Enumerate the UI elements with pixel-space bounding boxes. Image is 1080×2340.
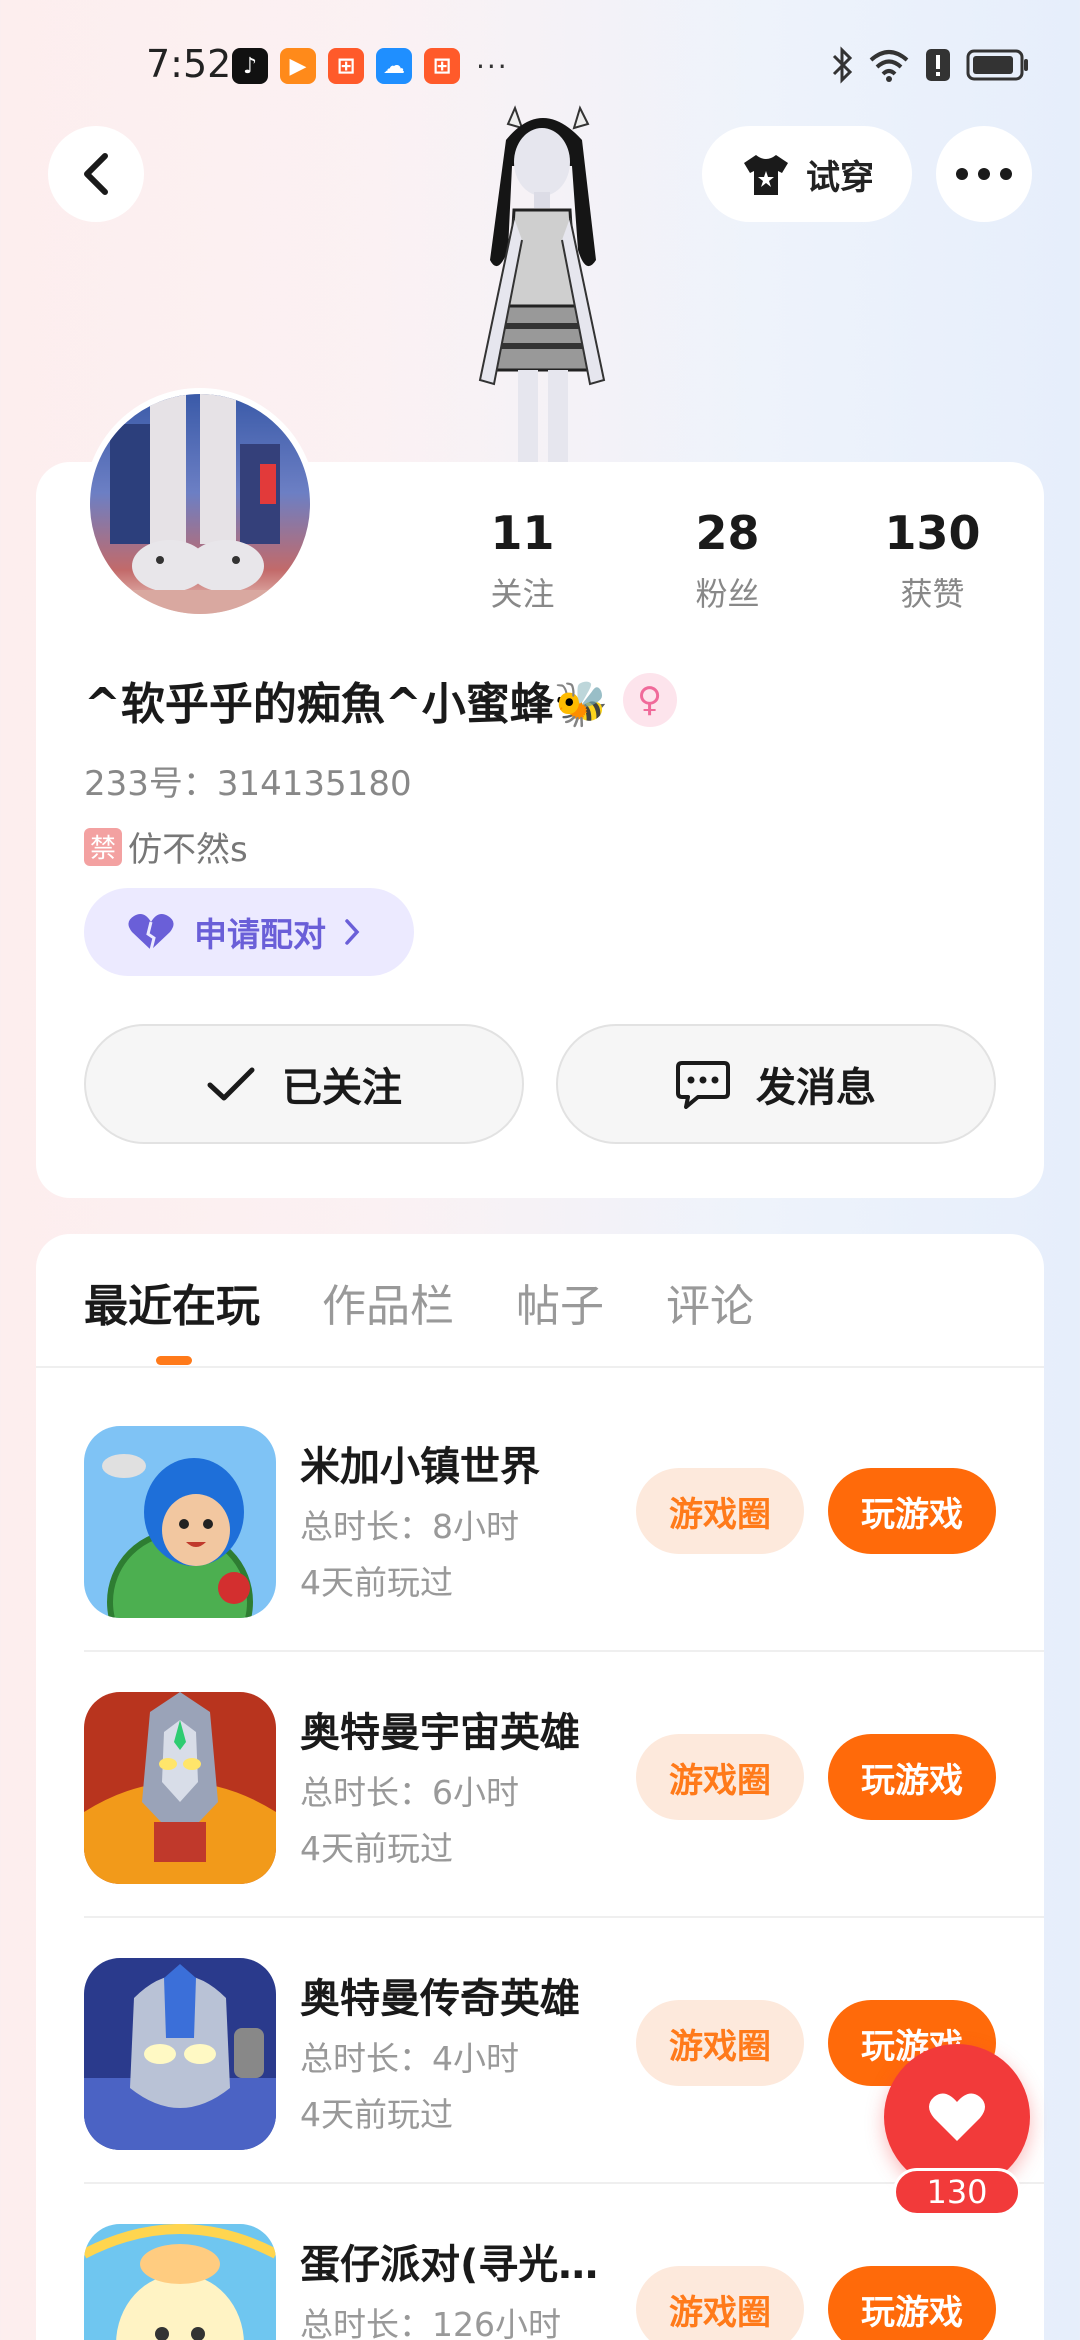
profile-tabs: 最近在玩 作品栏 帖子 评论 [84,1270,754,1334]
status-system-icons [830,46,1030,84]
game-icon-ultraman-legend [84,1958,276,2150]
character-avatar-figure [478,105,606,470]
followed-label: 已关注 [282,1065,402,1111]
chat-bubble-icon [676,1061,730,1109]
pair-request-label: 申请配对 [194,915,326,954]
back-arrow-icon [84,153,108,195]
tag-chip: 禁 [84,827,122,866]
weather-app-icon: ☁ [376,48,412,84]
try-on-button[interactable]: 试穿 [702,126,912,222]
check-icon [207,1067,255,1101]
video-app-icon: ▶ [280,48,316,84]
stat-likes-label: 获赞 [900,575,965,613]
app-grid-icon: ⊞ [328,48,364,84]
alert-icon [926,49,950,81]
game-icon-ultraman-universe [84,1692,276,1884]
game-duration: 总时长：6小时 [300,1773,519,1812]
game-circle-button[interactable]: 游戏圈 [636,2000,804,2086]
stat-fans-label: 粉丝 [695,575,760,613]
like-count-badge: 130 [893,2168,1021,2216]
app-grid-icon-2: ⊞ [424,48,460,84]
status-time: 7:52 [146,42,232,86]
tiktok-icon: ♪ [232,48,268,84]
play-game-button[interactable]: 玩游戏 [828,1468,996,1554]
game-duration: 总时长：8小时 [300,1507,519,1546]
user-id: 233号：314135180 [84,764,412,804]
heart-icon [929,2093,985,2141]
game-title: 奥特曼宇宙英雄 [300,1710,580,1756]
game-icon-eggy-party [84,2224,276,2340]
game-row[interactable]: 米加小镇世界 总时长：8小时 4天前玩过 游戏圈 玩游戏 [84,1386,1044,1652]
tab-posts[interactable]: 帖子 [516,1270,604,1334]
active-tab-indicator [156,1356,192,1365]
stat-likes[interactable]: 130 获赞 [830,505,1035,615]
game-row[interactable]: 奥特曼宇宙英雄 总时长：6小时 4天前玩过 游戏圈 玩游戏 [84,1652,1044,1918]
tab-divider [36,1366,1044,1368]
try-on-label: 试穿 [806,157,874,198]
game-circle-button[interactable]: 游戏圈 [636,1734,804,1820]
status-more-icon: ··· [476,49,509,83]
stat-fans[interactable]: 28 粉丝 [625,505,830,615]
followed-button[interactable]: 已关注 [84,1024,524,1144]
nickname-row: ^软乎乎的痴魚^小蜜蜂🐝 ♀ [84,668,677,732]
heart-pair-icon [128,914,174,951]
game-last-played: 4天前玩过 [300,1829,453,1868]
stat-fans-value: 28 [695,506,760,560]
game-last-played: 4天前玩过 [300,1563,453,1602]
game-title: 奥特曼传奇英雄 [300,1976,580,2022]
bluetooth-icon [832,46,853,84]
tab-recently-played[interactable]: 最近在玩 [84,1270,260,1334]
more-options-button[interactable] [936,126,1032,222]
game-circle-button[interactable]: 游戏圈 [636,2266,804,2340]
play-game-button[interactable]: 玩游戏 [828,1734,996,1820]
user-tag: 禁 仿不然s [84,822,248,871]
female-gender-icon: ♀ [622,673,677,727]
pair-request-button[interactable]: 申请配对 [84,888,414,976]
stat-following-label: 关注 [490,575,555,613]
game-title: 米加小镇世界 [300,1444,540,1490]
tag-text: 仿不然s [128,830,248,870]
nickname: ^软乎乎的痴魚^小蜜蜂🐝 [84,679,609,730]
tab-comments[interactable]: 评论 [666,1270,754,1334]
tshirt-icon [744,155,788,195]
stat-likes-value: 130 [884,506,981,560]
avatar-image [90,394,310,614]
game-last-played: 4天前玩过 [300,2095,453,2134]
stat-following-value: 11 [490,506,555,560]
avatar[interactable] [84,388,316,620]
game-duration: 总时长：126小时 [300,2305,561,2340]
tab-works[interactable]: 作品栏 [322,1270,454,1334]
more-dots-icon [956,168,1012,180]
play-game-button[interactable]: 玩游戏 [828,2266,996,2340]
send-message-button[interactable]: 发消息 [556,1024,996,1144]
chevron-right-icon [345,919,360,945]
stat-following[interactable]: 11 关注 [420,505,625,615]
back-button[interactable] [48,126,144,222]
send-message-label: 发消息 [756,1065,876,1111]
game-icon-miga-town [84,1426,276,1618]
game-title: 蛋仔派对(寻光… [300,2242,599,2288]
battery-icon [966,49,1028,81]
game-circle-button[interactable]: 游戏圈 [636,1468,804,1554]
game-duration: 总时长：4小时 [300,2039,519,2078]
status-app-icons: ♪ ▶ ⊞ ☁ ⊞ ··· [232,48,509,84]
profile-stats: 11 关注 28 粉丝 130 获赞 [420,505,1040,615]
wifi-icon [869,50,909,82]
